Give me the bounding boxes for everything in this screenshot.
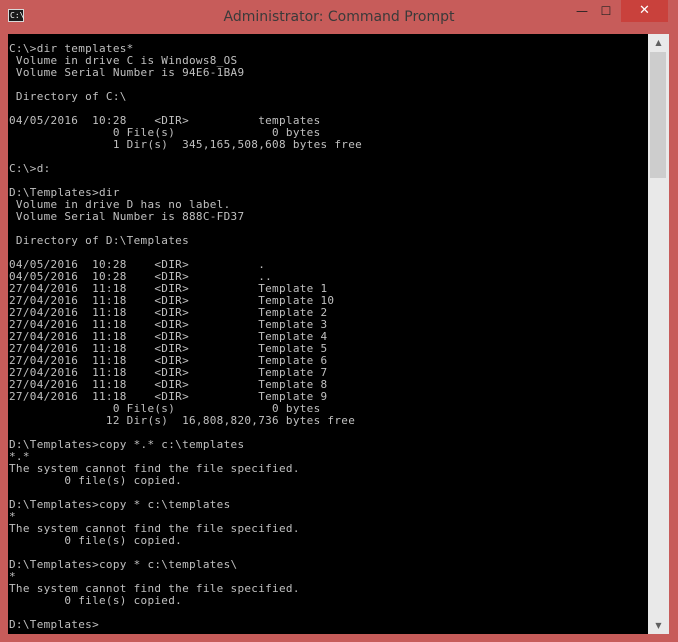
minimize-button[interactable]: — (573, 0, 591, 22)
console-output: C:\>dir templates* Volume in drive C is … (8, 34, 648, 631)
scroll-up-arrow-icon[interactable]: ▲ (648, 34, 669, 51)
vertical-scrollbar[interactable]: ▲ ▼ (648, 34, 669, 634)
console-line: 0 file(s) copied. (9, 474, 183, 487)
console-line: D:\Templates>copy * c:\templates (9, 498, 231, 511)
console-line: 0 file(s) copied. (9, 594, 183, 607)
scroll-down-arrow-icon[interactable]: ▼ (648, 617, 669, 634)
console-line: 1 Dir(s) 345,165,508,608 bytes free (9, 138, 363, 151)
close-button[interactable]: ✕ (621, 0, 668, 22)
maximize-button[interactable]: ☐ (597, 0, 615, 22)
console-line: Directory of C:\ (9, 90, 127, 103)
console-line: 0 file(s) copied. (9, 534, 183, 547)
console-line: Directory of D:\Templates (9, 234, 189, 247)
command-prompt-window: C:\ Administrator: Command Prompt — ☐ ✕ … (0, 0, 678, 642)
title-bar[interactable]: C:\ Administrator: Command Prompt — ☐ ✕ (0, 0, 678, 34)
console-line: Volume Serial Number is 888C-FD37 (9, 210, 245, 223)
console-area[interactable]: C:\>dir templates* Volume in drive C is … (8, 34, 648, 634)
console-line: D:\Templates>copy *.* c:\templates (9, 438, 245, 451)
console-line: Volume Serial Number is 94E6-1BA9 (9, 66, 245, 79)
scroll-thumb[interactable] (650, 52, 666, 178)
console-line: D:\Templates>copy * c:\templates\ (9, 558, 238, 571)
console-line: D:\Templates> (9, 618, 99, 631)
console-line: 12 Dir(s) 16,808,820,736 bytes free (9, 414, 356, 427)
console-line: C:\>d: (9, 162, 51, 175)
